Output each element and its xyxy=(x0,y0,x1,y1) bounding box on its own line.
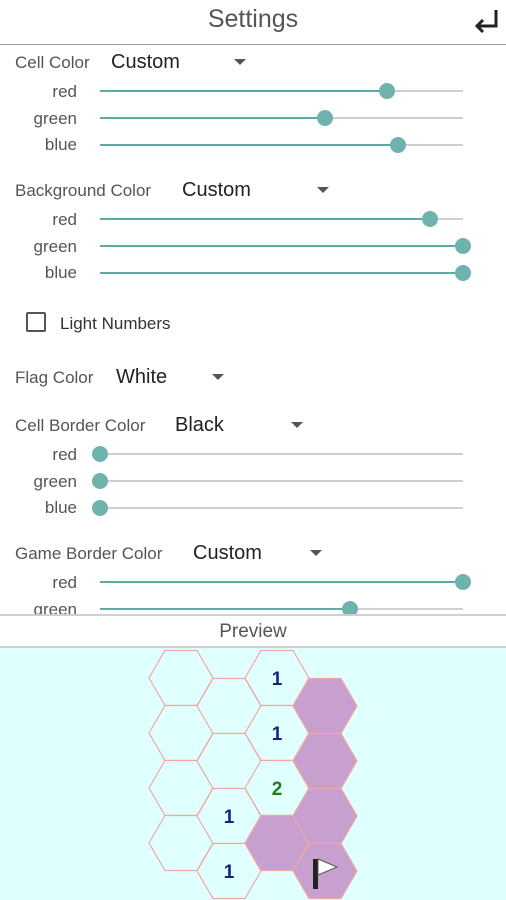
cell-border-color-dropdown[interactable]: Black xyxy=(175,414,224,437)
cell-color-blue-label: blue xyxy=(44,135,77,154)
cell-number: 2 xyxy=(272,779,283,800)
slider-fill xyxy=(100,581,463,583)
cell-color-blue-slider[interactable] xyxy=(100,137,463,153)
background-color-green-label: green xyxy=(33,237,77,256)
header-bar: Settings xyxy=(0,0,506,45)
slider-thumb[interactable] xyxy=(378,83,395,99)
slider-fill xyxy=(100,90,387,92)
slider-thumb[interactable] xyxy=(455,265,471,281)
game-border-red-label: red xyxy=(52,573,77,592)
cell-border-green-label: green xyxy=(33,472,77,491)
hex-board: 1 1 1 1 2 xyxy=(148,649,358,900)
cell-color-dropdown-arrow-icon[interactable] xyxy=(234,59,246,65)
game-border-green-label: green xyxy=(33,600,77,615)
game-border-color-dropdown[interactable]: Custom xyxy=(193,542,262,565)
cell-color-dropdown[interactable]: Custom xyxy=(111,51,180,74)
game-border-red-slider[interactable] xyxy=(100,574,471,590)
cell-color-red-label: red xyxy=(52,82,77,101)
cell-number: 1 xyxy=(224,807,235,828)
flag-pole xyxy=(313,859,318,889)
slider-thumb[interactable] xyxy=(92,500,108,516)
slider-thumb[interactable] xyxy=(317,110,334,126)
cell-number: 1 xyxy=(224,862,235,883)
light-numbers-checkbox[interactable] xyxy=(26,312,46,332)
cell-border-color-dropdown-arrow-icon[interactable] xyxy=(291,422,303,428)
slider-thumb[interactable] xyxy=(92,446,108,462)
slider-fill xyxy=(100,608,351,610)
background-color-dropdown-arrow-icon[interactable] xyxy=(317,187,329,193)
background-color-dropdown[interactable]: Custom xyxy=(182,179,251,202)
slider-fill xyxy=(100,272,463,274)
game-border-color-dropdown-arrow-icon[interactable] xyxy=(310,550,322,556)
background-color-red-slider[interactable] xyxy=(100,211,463,227)
background-color-green-slider[interactable] xyxy=(100,238,471,254)
cell-border-color-label: Cell Border Color xyxy=(15,416,146,435)
page-title: Settings xyxy=(207,5,299,33)
light-numbers-label[interactable]: Light Numbers xyxy=(60,314,171,334)
slider-thumb[interactable] xyxy=(422,211,439,227)
slider-fill xyxy=(100,218,431,220)
slider-thumb[interactable] xyxy=(389,137,406,153)
slider-thumb[interactable] xyxy=(455,574,471,590)
preview-header: Preview xyxy=(0,614,506,648)
slider-fill xyxy=(100,245,463,247)
slider-fill xyxy=(100,117,326,119)
cell-color-label: Cell Color xyxy=(15,53,90,72)
cell-number: 1 xyxy=(272,669,283,690)
slider-thumb[interactable] xyxy=(342,601,359,615)
cell-border-blue-slider[interactable] xyxy=(92,500,463,516)
flag-color-label: Flag Color xyxy=(15,368,94,387)
cell-color-green-label: green xyxy=(33,109,77,128)
cell-border-green-slider[interactable] xyxy=(92,473,463,489)
cell-border-red-label: red xyxy=(52,445,77,464)
return-arrow-icon[interactable] xyxy=(470,6,502,38)
cell-color-red-slider[interactable] xyxy=(100,83,463,99)
background-color-blue-label: blue xyxy=(44,263,77,282)
slider-thumb[interactable] xyxy=(92,473,108,489)
cell-color-green-slider[interactable] xyxy=(100,110,463,126)
game-border-green-slider[interactable] xyxy=(100,601,463,615)
background-color-blue-slider[interactable] xyxy=(100,265,471,281)
slider-thumb[interactable] xyxy=(455,238,471,254)
background-color-label: Background Color xyxy=(15,181,152,200)
cell-border-blue-label: blue xyxy=(44,498,77,517)
slider-fill xyxy=(100,144,398,146)
game-border-color-label: Game Border Color xyxy=(15,544,163,563)
background-color-red-label: red xyxy=(52,210,77,229)
settings-list[interactable]: Cell Color Custom red green blue Backgro… xyxy=(0,45,506,615)
preview-area: 1 1 1 1 2 xyxy=(0,648,506,900)
preview-label: Preview xyxy=(219,621,287,642)
flag-color-dropdown[interactable]: White xyxy=(116,366,167,389)
flag-color-dropdown-arrow-icon[interactable] xyxy=(212,374,224,380)
cell-number: 1 xyxy=(272,724,283,745)
cell-border-red-slider[interactable] xyxy=(92,446,463,462)
